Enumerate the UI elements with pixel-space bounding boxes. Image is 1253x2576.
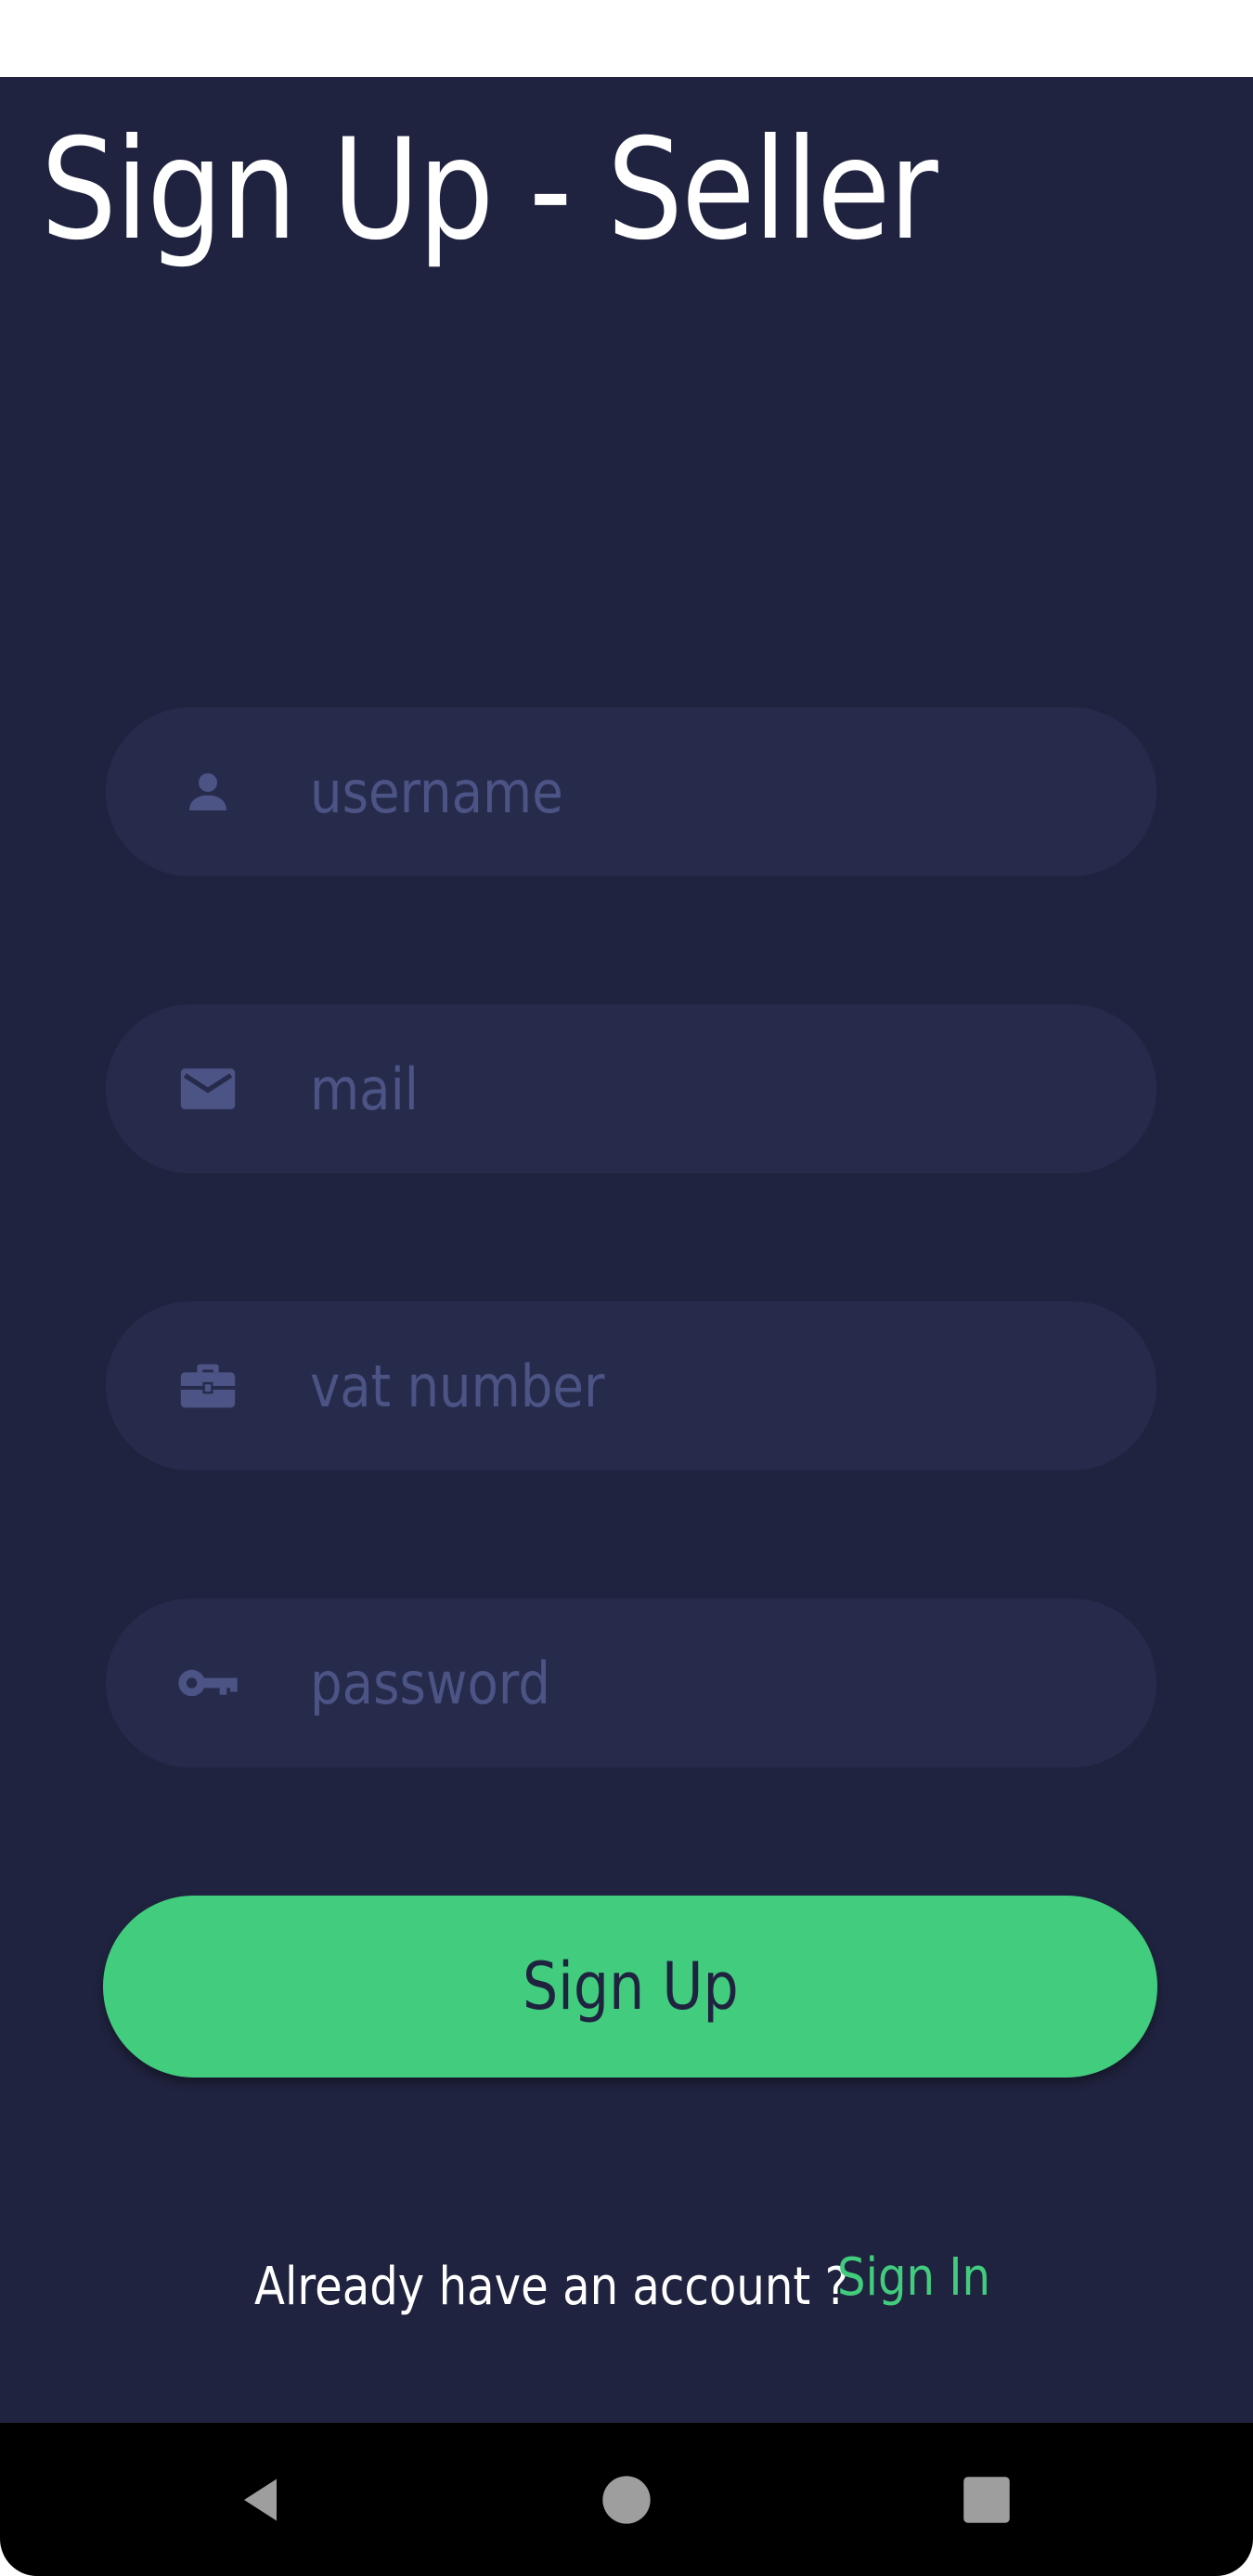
sign-in-link[interactable]: Sign In	[837, 2241, 990, 2315]
home-icon[interactable]	[601, 2474, 652, 2526]
back-icon[interactable]	[235, 2472, 291, 2528]
already-have-account-text: Already have an account ?	[254, 2257, 849, 2317]
username-input[interactable]	[310, 707, 1013, 876]
sign-up-button[interactable]: Sign Up	[103, 1896, 1157, 2078]
mail-field[interactable]	[106, 1004, 1156, 1173]
sign-up-button-label: Sign Up	[522, 1948, 739, 2025]
recents-icon[interactable]	[962, 2475, 1012, 2525]
vat-number-input[interactable]	[310, 1301, 1013, 1470]
username-field[interactable]	[106, 707, 1156, 876]
mail-input[interactable]	[310, 1004, 1013, 1173]
status-bar	[0, 0, 1253, 77]
vat-number-field[interactable]	[106, 1301, 1156, 1470]
mail-icon	[173, 1054, 243, 1124]
navigation-bar	[0, 2423, 1253, 2576]
password-input[interactable]	[310, 1599, 1013, 1767]
key-icon	[173, 1648, 243, 1718]
person-icon	[173, 757, 243, 827]
page-title: Sign Up - Seller	[41, 110, 938, 271]
password-field[interactable]	[106, 1599, 1156, 1767]
briefcase-icon	[173, 1351, 243, 1421]
